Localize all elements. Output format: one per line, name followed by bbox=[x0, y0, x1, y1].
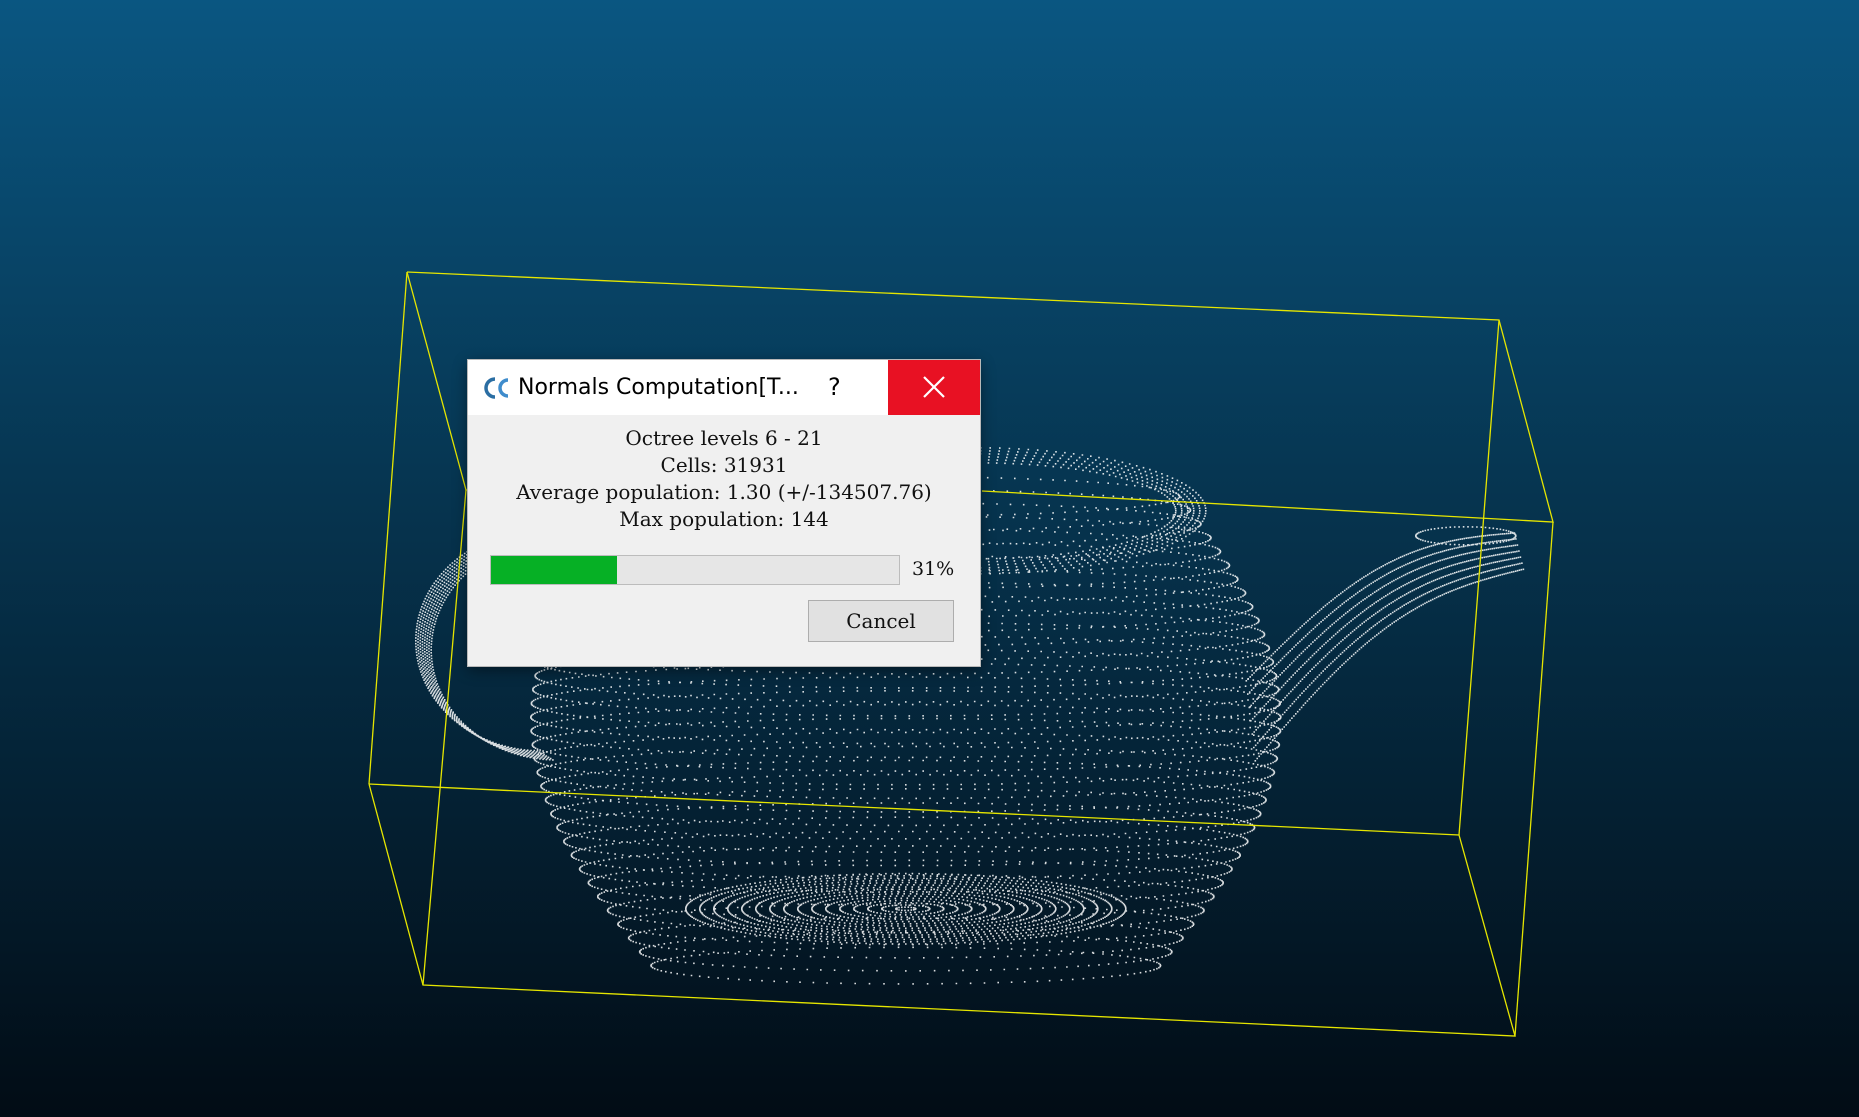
help-label: ? bbox=[828, 373, 841, 401]
progress-bar bbox=[490, 555, 900, 585]
bbox-edge-front-left-vertical bbox=[422, 489, 467, 986]
cells-text: Cells: 31931 bbox=[660, 453, 788, 477]
close-button[interactable] bbox=[888, 360, 980, 415]
cloudcompare-logo-icon bbox=[484, 377, 509, 399]
dialog-title: Normals Computation[T... bbox=[518, 375, 798, 400]
bbox-edge-front-right-vertical bbox=[1514, 521, 1554, 1037]
dialog-titlebar[interactable]: Normals Computation[T... ? bbox=[468, 360, 980, 415]
bbox-edge-left-vertical bbox=[368, 271, 408, 785]
max-population-text: Max population: 144 bbox=[619, 507, 829, 531]
octree-levels-text: Octree levels 6 - 21 bbox=[625, 426, 823, 450]
octree-info: Octree levels 6 - 21 Cells: 31931 Averag… bbox=[468, 425, 980, 533]
bbox-back-left-edge bbox=[406, 271, 467, 491]
progress-percent: 31% bbox=[912, 558, 955, 580]
normals-computation-dialog: Normals Computation[T... ? Octree levels… bbox=[468, 360, 980, 666]
average-population-text: Average population: 1.30 (+/-134507.76) bbox=[516, 480, 932, 504]
progress-bar-fill bbox=[491, 556, 618, 584]
close-icon bbox=[923, 376, 945, 398]
cancel-button[interactable]: Cancel bbox=[808, 600, 954, 642]
